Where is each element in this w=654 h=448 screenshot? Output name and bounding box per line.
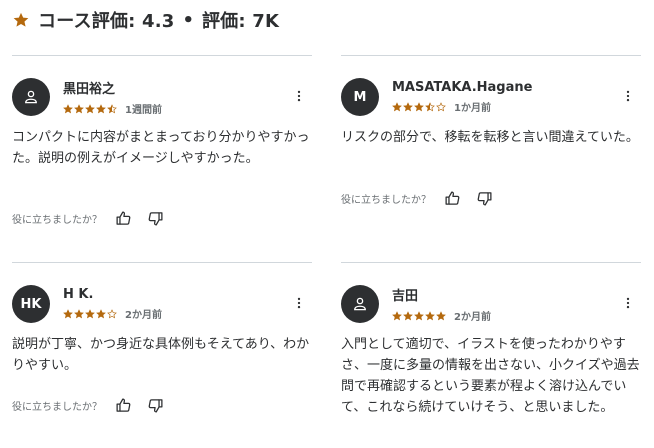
star-full-icon (392, 101, 402, 111)
helpful-prompt: 役に立ちましたか？ (341, 194, 431, 206)
helpful-feedback: 役に立ちましたか？ (12, 394, 168, 416)
reviewer-name: 吉田 (392, 289, 419, 304)
reviewer-name: H K. (63, 287, 94, 302)
thumbs-down-icon (148, 398, 163, 413)
thumbs-up-icon (115, 210, 130, 225)
review-date: 1週間前 (125, 105, 162, 116)
star-full-icon (85, 103, 95, 113)
separator-dot: • (182, 9, 194, 31)
review-date: 2か月前 (125, 310, 162, 321)
thumbs-up-icon (444, 190, 459, 205)
review-date: 1か月前 (454, 103, 491, 114)
thumbs-up-icon (115, 397, 130, 412)
reviewer-name: 黒田裕之 (63, 82, 116, 97)
star-full-icon (63, 308, 73, 318)
star-full-icon (96, 103, 106, 113)
more-options-button[interactable] (290, 294, 308, 312)
thumbs-down-button[interactable] (142, 394, 168, 416)
star-full-icon (74, 103, 84, 113)
rating-count-label: 評価: 7K (201, 11, 280, 32)
thumbs-up-button[interactable] (439, 187, 465, 209)
star-rating (392, 310, 446, 321)
star-full-icon (414, 101, 424, 111)
thumbs-up-button[interactable] (110, 207, 136, 229)
thumbs-down-button[interactable] (142, 207, 168, 229)
review-text: 入門として適切で、イラストを使ったわかりやすさ、一度に多量の情報を出さない、小ク… (341, 337, 640, 415)
review-text: コンパクトに内容がまとまっており分かりやすかった。説明の例えがイメージしやすかっ… (12, 130, 310, 166)
user-icon (354, 297, 366, 311)
more-options-button[interactable] (619, 87, 637, 105)
review-date: 2か月前 (454, 312, 491, 323)
star-half-icon (107, 103, 117, 113)
star-full-icon (403, 101, 413, 111)
divider (341, 55, 641, 56)
reviewer-name: MASATAKA.Hagane (392, 80, 533, 95)
helpful-feedback: 役に立ちましたか？ (12, 207, 168, 229)
avatar: HK (12, 285, 50, 323)
star-full-icon (63, 103, 73, 113)
star-full-icon (392, 310, 402, 320)
star-full-icon (403, 310, 413, 320)
divider (12, 262, 312, 263)
review-text: リスクの部分で、移転を転移と言い間違えていた。 (341, 130, 639, 145)
more-vertical-icon (626, 297, 630, 309)
star-empty-icon (107, 308, 117, 318)
divider (12, 55, 312, 56)
avatar (12, 78, 50, 116)
review-card: M MASATAKA.Hagane 1か月前 リスクの部分で、移転を転移と言い間… (341, 55, 641, 245)
star-full-icon (96, 308, 106, 318)
review-card: HK H K. 2か月前 説明が丁寧、かつ身近な具体例もそえてあり、わかりやすい… (12, 262, 312, 448)
thumbs-down-icon (148, 211, 163, 226)
more-options-button[interactable] (290, 87, 308, 105)
star-half-icon (425, 101, 435, 111)
divider (341, 262, 641, 263)
user-icon (25, 90, 37, 104)
review-card: 黒田裕之 1週間前 コンパクトに内容がまとまっており分かりやすかった。説明の例え… (12, 55, 312, 245)
more-vertical-icon (626, 90, 630, 102)
thumbs-up-button[interactable] (110, 394, 136, 416)
helpful-feedback: 役に立ちましたか？ (341, 187, 497, 209)
more-options-button[interactable] (619, 294, 637, 312)
star-empty-icon (436, 101, 446, 111)
star-rating (392, 101, 446, 112)
star-full-icon (414, 310, 424, 320)
review-card: 吉田 2か月前 入門として適切で、イラストを使ったわかりやすさ、一度に多量の情報… (341, 262, 641, 448)
star-full-icon (436, 310, 446, 320)
star-full-icon (85, 308, 95, 318)
helpful-prompt: 役に立ちましたか？ (12, 214, 102, 226)
avatar: M (341, 78, 379, 116)
more-vertical-icon (297, 90, 301, 102)
rating-summary: コース評価: 4.3 • 評価: 7K (12, 8, 279, 32)
review-text: 説明が丁寧、かつ身近な具体例もそえてあり、わかりやすい。 (12, 337, 310, 373)
avatar (341, 285, 379, 323)
thumbs-down-icon (477, 191, 492, 206)
more-vertical-icon (297, 297, 301, 309)
star-full-icon (425, 310, 435, 320)
star-icon (13, 12, 29, 27)
star-rating (63, 103, 117, 114)
course-rating-label: コース評価: 4.3 (38, 11, 175, 32)
helpful-prompt: 役に立ちましたか？ (12, 401, 102, 413)
star-rating (63, 308, 117, 319)
thumbs-down-button[interactable] (471, 187, 497, 209)
star-full-icon (74, 308, 84, 318)
